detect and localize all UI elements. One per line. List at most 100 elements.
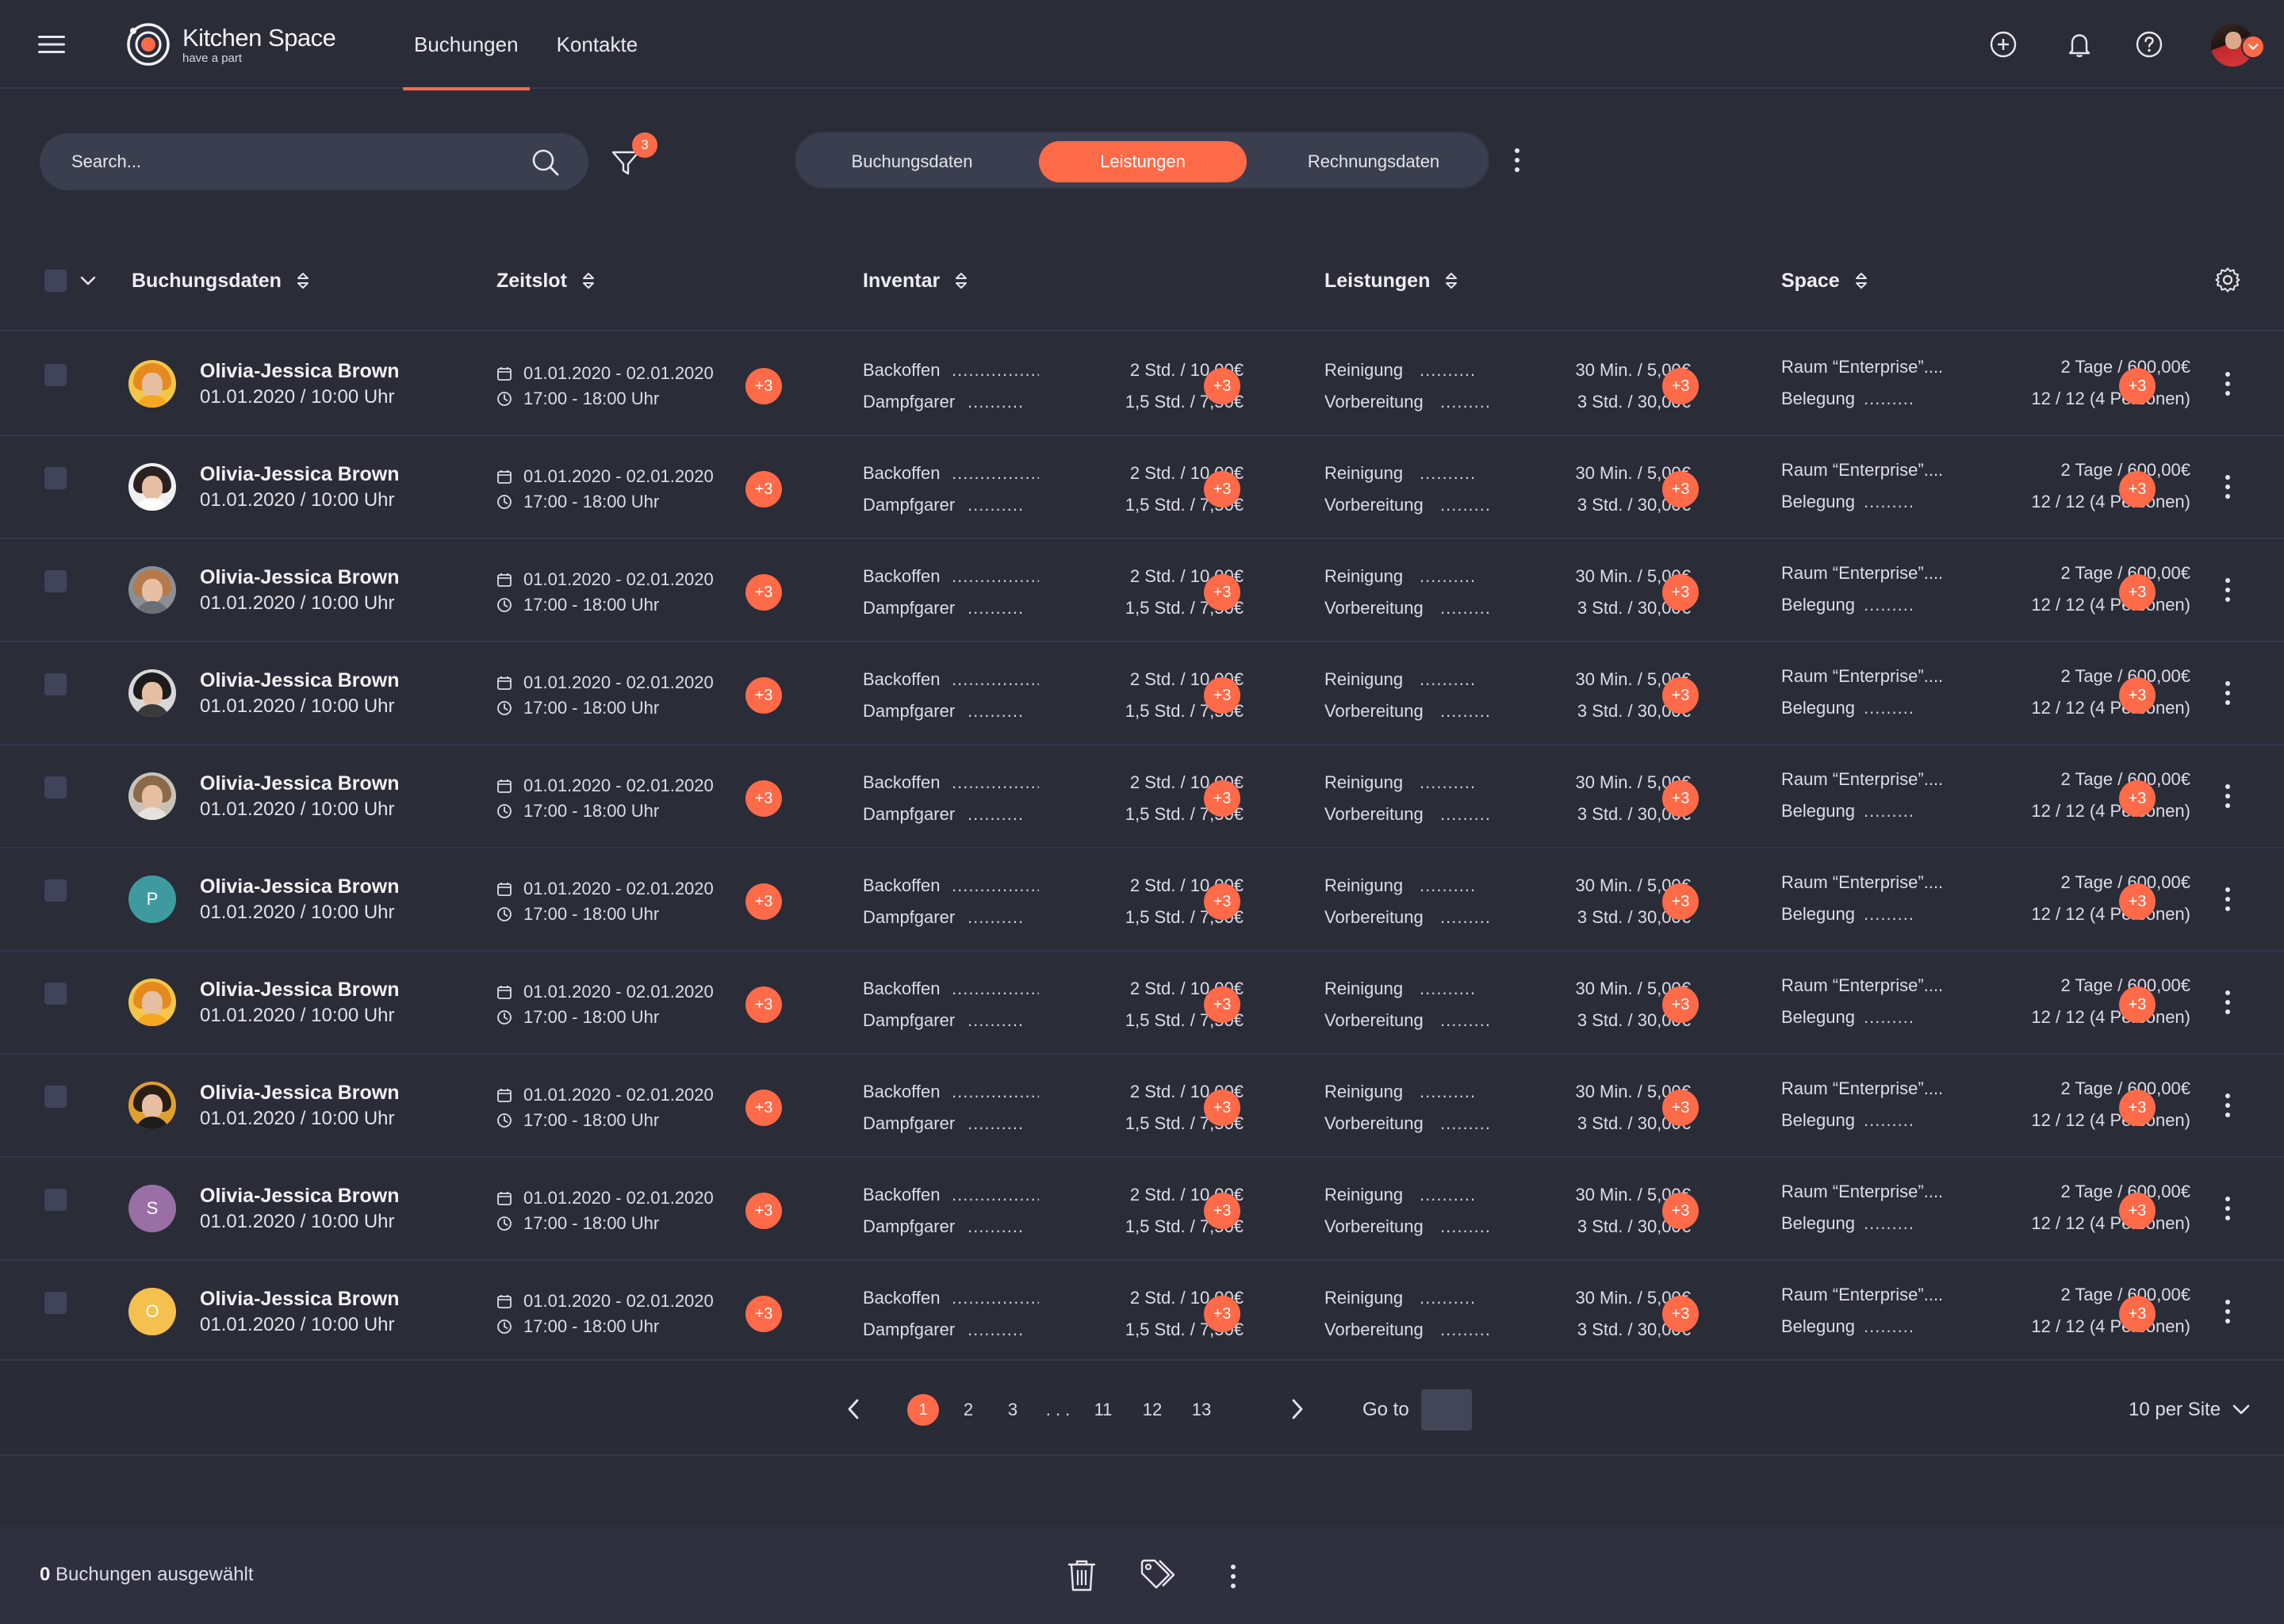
- more-leistungen-button[interactable]: +3: [1662, 368, 1699, 404]
- page-1[interactable]: 1: [907, 1394, 939, 1426]
- search-input[interactable]: [71, 133, 515, 190]
- more-timeslot-button[interactable]: +3: [745, 368, 782, 404]
- page-3[interactable]: 3: [1002, 1394, 1023, 1426]
- more-timeslot-button[interactable]: +3: [745, 883, 782, 920]
- more-timeslot-button[interactable]: +3: [745, 986, 782, 1023]
- plus-circle-icon[interactable]: [1989, 30, 2018, 59]
- more-leistungen-button[interactable]: +3: [1662, 1090, 1699, 1126]
- more-inventar-button[interactable]: +3: [1204, 677, 1240, 714]
- table-row[interactable]: Olivia-Jessica Brown 01.01.2020 / 10:00 …: [0, 333, 2284, 436]
- select-all-checkbox[interactable]: [44, 270, 67, 292]
- more-leistungen-button[interactable]: +3: [1662, 677, 1699, 714]
- more-options-icon[interactable]: [2222, 1296, 2233, 1327]
- more-timeslot-button[interactable]: +3: [745, 1090, 782, 1126]
- sort-icon[interactable]: [954, 271, 968, 290]
- more-options-icon[interactable]: [2222, 471, 2233, 503]
- menu-icon[interactable]: [38, 33, 65, 56]
- row-checkbox[interactable]: [44, 1189, 67, 1211]
- table-row[interactable]: P Olivia-Jessica Brown 01.01.2020 / 10:0…: [0, 848, 2284, 952]
- sort-icon[interactable]: [1444, 271, 1458, 290]
- more-inventar-button[interactable]: +3: [1204, 1090, 1240, 1126]
- more-inventar-button[interactable]: +3: [1204, 883, 1240, 920]
- more-timeslot-button[interactable]: +3: [745, 780, 782, 817]
- search-box[interactable]: [40, 133, 588, 190]
- more-inventar-button[interactable]: +3: [1204, 574, 1240, 611]
- sort-icon[interactable]: [581, 271, 596, 290]
- page-13[interactable]: 13: [1188, 1394, 1215, 1426]
- more-inventar-button[interactable]: +3: [1204, 1296, 1240, 1332]
- more-timeslot-button[interactable]: +3: [745, 574, 782, 611]
- more-leistungen-button[interactable]: +3: [1662, 986, 1699, 1023]
- more-space-button[interactable]: +3: [2119, 574, 2156, 611]
- row-checkbox[interactable]: [44, 673, 67, 695]
- page-12[interactable]: 12: [1139, 1394, 1166, 1426]
- more-options-icon[interactable]: [2222, 677, 2233, 709]
- more-space-button[interactable]: +3: [2119, 368, 2156, 404]
- chevron-right-icon[interactable]: [1285, 1396, 1309, 1423]
- row-checkbox[interactable]: [44, 776, 67, 799]
- column-header-zeitslot[interactable]: Zeitslot: [496, 230, 596, 331]
- app-logo[interactable]: Kitchen Space have a part: [125, 21, 336, 68]
- sort-icon[interactable]: [296, 271, 310, 290]
- chevron-down-icon[interactable]: [2241, 35, 2265, 59]
- tab-leistungen[interactable]: Leistungen: [1039, 141, 1247, 182]
- row-checkbox[interactable]: [44, 1086, 67, 1108]
- more-leistungen-button[interactable]: +3: [1662, 471, 1699, 508]
- page-2[interactable]: 2: [958, 1394, 979, 1426]
- gear-icon[interactable]: [2214, 266, 2241, 293]
- more-space-button[interactable]: +3: [2119, 1090, 2156, 1126]
- more-space-button[interactable]: +3: [2119, 471, 2156, 508]
- more-options-icon[interactable]: [2222, 1193, 2233, 1224]
- table-row[interactable]: S Olivia-Jessica Brown 01.01.2020 / 10:0…: [0, 1158, 2284, 1261]
- more-options-icon[interactable]: [2222, 883, 2233, 915]
- more-timeslot-button[interactable]: +3: [745, 1193, 782, 1229]
- more-inventar-button[interactable]: +3: [1204, 1193, 1240, 1229]
- more-leistungen-button[interactable]: +3: [1662, 883, 1699, 920]
- table-row[interactable]: Olivia-Jessica Brown 01.01.2020 / 10:00 …: [0, 952, 2284, 1055]
- more-leistungen-button[interactable]: +3: [1662, 1296, 1699, 1332]
- sort-icon[interactable]: [1854, 271, 1868, 290]
- chevron-down-icon[interactable]: [79, 274, 97, 287]
- more-timeslot-button[interactable]: +3: [745, 471, 782, 508]
- more-leistungen-button[interactable]: +3: [1662, 780, 1699, 817]
- more-space-button[interactable]: +3: [2119, 677, 2156, 714]
- tab-buchungen[interactable]: Buchungen: [403, 0, 530, 90]
- row-checkbox[interactable]: [44, 879, 67, 902]
- more-inventar-button[interactable]: +3: [1204, 780, 1240, 817]
- more-leistungen-button[interactable]: +3: [1662, 574, 1699, 611]
- table-row[interactable]: Olivia-Jessica Brown 01.01.2020 / 10:00 …: [0, 745, 2284, 848]
- more-options-icon[interactable]: [2222, 780, 2233, 812]
- chevron-left-icon[interactable]: [842, 1396, 866, 1423]
- page-11[interactable]: 11: [1090, 1394, 1117, 1426]
- more-timeslot-button[interactable]: +3: [745, 677, 782, 714]
- table-row[interactable]: Olivia-Jessica Brown 01.01.2020 / 10:00 …: [0, 539, 2284, 642]
- table-row[interactable]: Olivia-Jessica Brown 01.01.2020 / 10:00 …: [0, 642, 2284, 745]
- more-inventar-button[interactable]: +3: [1204, 986, 1240, 1023]
- tab-rechnungsdaten[interactable]: Rechnungsdaten: [1278, 141, 1469, 182]
- more-options-icon[interactable]: [1512, 144, 1523, 176]
- column-header-leistungen[interactable]: Leistungen: [1324, 230, 1458, 331]
- table-row[interactable]: O Olivia-Jessica Brown 01.01.2020 / 10:0…: [0, 1261, 2284, 1364]
- column-header-buchungsdaten[interactable]: Buchungsdaten: [132, 230, 310, 331]
- row-checkbox[interactable]: [44, 364, 67, 386]
- column-header-inventar[interactable]: Inventar: [863, 230, 968, 331]
- more-options-icon[interactable]: [1228, 1561, 1239, 1592]
- per-page-select[interactable]: 10 per Site: [2129, 1394, 2251, 1426]
- column-header-space[interactable]: Space: [1781, 230, 1868, 331]
- row-checkbox[interactable]: [44, 982, 67, 1005]
- table-row[interactable]: Olivia-Jessica Brown 01.01.2020 / 10:00 …: [0, 436, 2284, 539]
- more-inventar-button[interactable]: +3: [1204, 368, 1240, 404]
- more-space-button[interactable]: +3: [2119, 1296, 2156, 1332]
- more-options-icon[interactable]: [2222, 1090, 2233, 1121]
- row-checkbox[interactable]: [44, 467, 67, 489]
- more-space-button[interactable]: +3: [2119, 780, 2156, 817]
- more-space-button[interactable]: +3: [2119, 1193, 2156, 1229]
- more-inventar-button[interactable]: +3: [1204, 471, 1240, 508]
- more-options-icon[interactable]: [2222, 986, 2233, 1018]
- table-row[interactable]: Olivia-Jessica Brown 01.01.2020 / 10:00 …: [0, 1055, 2284, 1158]
- help-icon[interactable]: [2135, 30, 2163, 59]
- more-options-icon[interactable]: [2222, 574, 2233, 606]
- search-icon[interactable]: [530, 147, 561, 178]
- bell-icon[interactable]: [2065, 30, 2094, 59]
- trash-icon[interactable]: [1067, 1559, 1096, 1592]
